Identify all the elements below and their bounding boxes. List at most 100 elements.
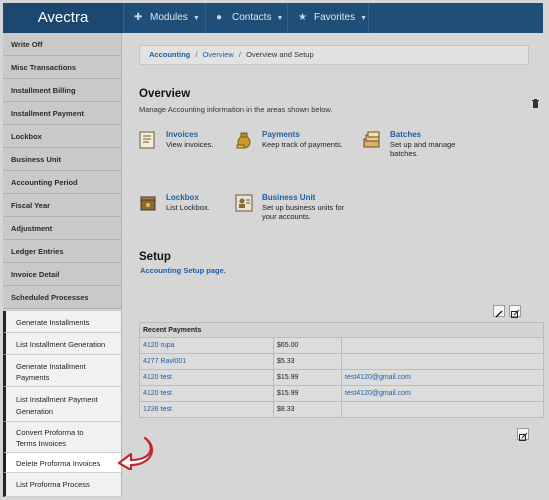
trash-icon[interactable] xyxy=(532,99,539,108)
sidebar-subitem-generate-installments[interactable]: Generate Installments xyxy=(3,311,121,333)
batches-icon xyxy=(363,131,380,148)
chevron-down-icon: ▼ xyxy=(192,15,200,22)
breadcrumb: Accounting / Overview / Overview and Set… xyxy=(139,45,529,65)
payments-tile[interactable]: Payments Keep track of payments. xyxy=(234,130,354,162)
callout-arrow-icon xyxy=(117,436,154,470)
chevron-down-icon: ▼ xyxy=(276,15,284,22)
payments-description: Keep track of payments. xyxy=(262,140,343,149)
app-window: Avectra ✚ Modules ▼ ● Contacts ▼ ★ Favorites ▼… xyxy=(0,0,549,500)
business-unit-description: Set up business units for your accounts. xyxy=(262,203,362,221)
payment-email-link[interactable]: test4120@gmail.com xyxy=(341,369,544,386)
sidebar-subitem-label: Convert Proforma to xyxy=(16,428,84,437)
sidebar-item-invoice-detail[interactable]: Invoice Detail xyxy=(3,263,121,286)
accounting-setup-link[interactable]: Accounting Setup page. xyxy=(140,266,226,275)
payment-email-link[interactable]: test4120@gmail.com xyxy=(341,385,544,402)
money-bag-icon xyxy=(236,132,251,149)
sidebar-subitem-label: List Installment Generation xyxy=(16,340,106,349)
payment-name-link[interactable]: 1236 test xyxy=(139,401,274,418)
payment-amount: $65.00 xyxy=(273,337,342,354)
payment-amount: $15.99 xyxy=(273,369,342,386)
sidebar-item-write-off[interactable]: Write Off xyxy=(3,33,121,56)
favorites-menu[interactable]: ★ Favorites ▼ xyxy=(287,3,369,33)
payment-name-link[interactable]: 4120 rupa xyxy=(139,337,274,354)
modules-label: Modules xyxy=(150,12,188,23)
contacts-menu[interactable]: ● Contacts ▼ xyxy=(205,3,287,33)
sidebar-item-installment-payment[interactable]: Installment Payment xyxy=(3,102,121,125)
payment-amount: $8.33 xyxy=(273,401,342,418)
sidebar-subitem-generate-installment-payments[interactable]: Generate Installment Payments xyxy=(3,355,121,387)
favorites-label: Favorites xyxy=(314,12,356,23)
sidebar-subitem-label: Delete Proforma Invoices xyxy=(16,459,101,468)
payment-email xyxy=(341,353,544,370)
sidebar-item-scheduled-processes[interactable]: Scheduled Processes xyxy=(3,286,121,309)
sidebar-subitem-label: Terms Invoices xyxy=(16,439,67,448)
table-row: 4120 rupa $65.00 xyxy=(139,337,544,354)
sidebar-item-lockbox[interactable]: Lockbox xyxy=(3,125,121,148)
breadcrumb-overview-link[interactable]: Overview xyxy=(203,50,234,59)
sidebar-item-business-unit[interactable]: Business Unit xyxy=(3,148,121,171)
business-unit-description-line2: your accounts. xyxy=(262,212,311,221)
breadcrumb-accounting-link[interactable]: Accounting xyxy=(149,50,190,59)
business-unit-description-line1: Set up business units for xyxy=(262,203,345,212)
person-icon: ● xyxy=(216,12,223,23)
sidebar-subitem-convert-proforma[interactable]: Convert Proforma to Terms Invoices xyxy=(3,422,121,453)
sidebar-subitem-list-installment-generation[interactable]: List Installment Generation xyxy=(3,333,121,355)
invoices-link[interactable]: Invoices xyxy=(166,130,198,139)
business-unit-tile[interactable]: Business Unit Set up business units for … xyxy=(234,193,354,233)
brush-icon[interactable] xyxy=(493,305,505,318)
recent-payments-table: Recent Payments 4120 rupa $65.00 4277 Ra… xyxy=(139,322,544,418)
batches-link[interactable]: Batches xyxy=(390,130,421,139)
edit-icon[interactable] xyxy=(517,428,529,441)
main-content: Accounting / Overview / Overview and Set… xyxy=(124,33,544,497)
sidebar-subitem-label: List Proforma Process xyxy=(16,480,90,489)
modules-menu[interactable]: ✚ Modules ▼ xyxy=(123,3,205,33)
contacts-label: Contacts xyxy=(232,12,272,23)
table-header-row: Recent Payments xyxy=(139,322,544,338)
sidebar-item-accounting-period[interactable]: Accounting Period xyxy=(3,171,121,194)
lockbox-link[interactable]: Lockbox xyxy=(166,193,199,202)
payment-email xyxy=(341,337,544,354)
batches-tile[interactable]: Batches Set up and manage batches. xyxy=(362,130,482,170)
sidebar-subitem-delete-proforma-invoices[interactable]: Delete Proforma Invoices xyxy=(3,453,121,473)
sidebar-item-ledger-entries[interactable]: Ledger Entries xyxy=(3,240,121,263)
invoice-icon xyxy=(139,131,155,149)
payment-name-link[interactable]: 4277 Ravi001 xyxy=(139,353,274,370)
puzzle-icon: ✚ xyxy=(134,12,143,23)
sidebar-item-adjustment[interactable]: Adjustment xyxy=(3,217,121,240)
batches-description: Set up and manage batches. xyxy=(390,140,490,158)
sidebar-subitem-label: Generation xyxy=(16,407,54,416)
payment-name-link[interactable]: 4120 test xyxy=(139,369,274,386)
payment-amount: $5.33 xyxy=(273,353,342,370)
payment-email xyxy=(341,401,544,418)
business-unit-icon xyxy=(235,194,253,212)
sidebar-subitem-label: List Installment Payment xyxy=(16,395,98,404)
top-navigation-bar: Avectra ✚ Modules ▼ ● Contacts ▼ ★ Favorites ▼ xyxy=(3,3,543,33)
sidebar: Write Off Misc Transactions Installment … xyxy=(3,33,122,497)
table-row: 4120 test $15.99 test4120@gmail.com xyxy=(139,385,544,402)
table-row: 1236 test $8.33 xyxy=(139,401,544,418)
recent-payments-header: Recent Payments xyxy=(139,322,544,338)
edit-icon[interactable] xyxy=(509,305,521,318)
business-unit-link[interactable]: Business Unit xyxy=(262,193,315,202)
sidebar-item-fiscal-year[interactable]: Fiscal Year xyxy=(3,194,121,217)
sidebar-subitem-list-installment-payment-generation[interactable]: List Installment Payment Generation xyxy=(3,387,121,422)
payments-link[interactable]: Payments xyxy=(262,130,300,139)
breadcrumb-separator: / xyxy=(238,50,241,59)
payment-amount: $15.99 xyxy=(273,385,342,402)
overview-title: Overview xyxy=(139,88,191,100)
sidebar-item-installment-billing[interactable]: Installment Billing xyxy=(3,79,121,102)
chevron-down-icon: ▼ xyxy=(360,15,368,22)
table-row: 4120 test $15.99 test4120@gmail.com xyxy=(139,369,544,386)
star-icon: ★ xyxy=(298,12,307,23)
batches-description-line2: batches. xyxy=(390,149,419,158)
setup-title: Setup xyxy=(139,251,171,263)
sidebar-subitem-list-proforma-process[interactable]: List Proforma Process xyxy=(3,473,121,497)
sidebar-item-misc-transactions[interactable]: Misc Transactions xyxy=(3,56,121,79)
breadcrumb-separator: / xyxy=(195,50,198,59)
app-logo[interactable]: Avectra xyxy=(3,3,123,33)
sidebar-subitem-label: Generate Installments xyxy=(16,318,90,327)
overview-description: Manage Accounting information in the are… xyxy=(139,105,333,114)
payment-name-link[interactable]: 4120 test xyxy=(139,385,274,402)
batches-description-line1: Set up and manage xyxy=(390,140,456,149)
lockbox-icon xyxy=(140,196,156,211)
